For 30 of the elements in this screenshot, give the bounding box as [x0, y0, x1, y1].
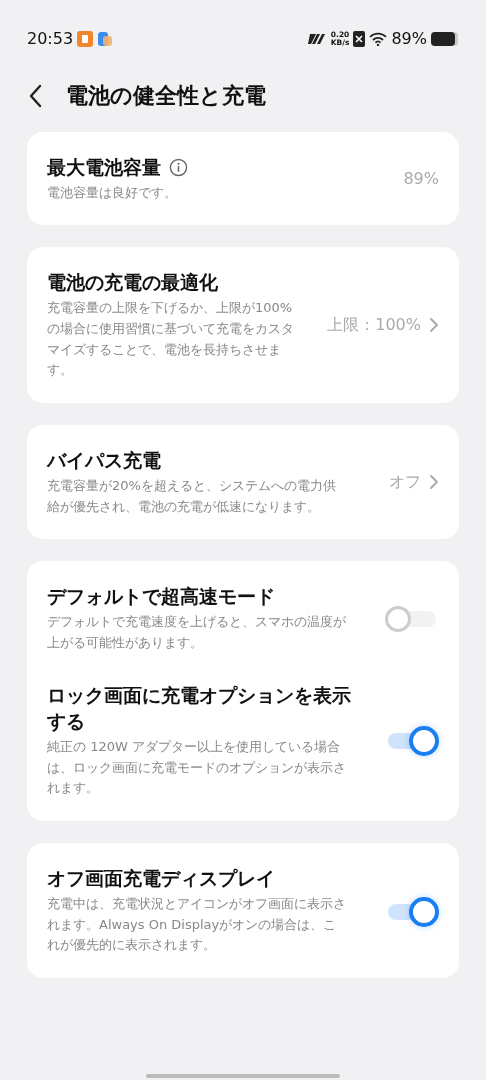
setting-description: 充電容量の上限を下げるか、上限が100% の場合に使用習慣に基づいて充電をカスタマイズすることで、電池を長持ちさせます。 [47, 299, 295, 380]
setting-title: 最大電池容量 [47, 155, 161, 180]
app-notification-icon [77, 31, 94, 47]
chevron-right-icon[interactable] [429, 317, 439, 334]
app-notification-icon [97, 31, 114, 47]
setting-description: 充電中は、充電状況とアイコンがオフ画面に表示されます。Always On Displayがオンの場合は、これが優先的に表示されます。 [47, 894, 347, 955]
setting-title: バイパス充電 [47, 448, 161, 474]
setting-value: 89% [403, 167, 439, 190]
sim-off-icon [353, 31, 366, 47]
setting-value: 上限：100% [327, 314, 421, 337]
back-icon[interactable] [28, 84, 42, 108]
setting-description: デフォルトで充電速度を上げると、スマホの温度が上がる可能性があります。 [47, 612, 347, 652]
setting-value: オフ [389, 471, 421, 494]
signal-icon [306, 33, 327, 45]
info-icon[interactable] [169, 157, 188, 177]
setting-description: 充電容量が20%を超えると、システムへの電力供給が優先され、電池の充電が低速になります。 [47, 476, 337, 516]
chevron-right-icon[interactable] [429, 474, 439, 491]
battery-percentage: 89% [391, 28, 427, 50]
battery-icon [431, 31, 459, 47]
setting-title: 電池の充電の最適化 [47, 270, 218, 296]
setting-title: ロック画面に充電オプションを表示する [47, 682, 352, 735]
setting-description: 電池容量は良好です。 [47, 183, 178, 202]
setting-title: デフォルトで超高速モード [47, 584, 275, 610]
setting-title: オフ画面充電ディスプレイ [47, 866, 275, 892]
page-title: 電池の健全性と充電 [66, 82, 266, 110]
status-time: 20:53 [27, 28, 74, 50]
wifi-icon [369, 32, 388, 46]
toggle-switch[interactable] [385, 895, 439, 926]
toggle-switch[interactable] [385, 725, 439, 756]
setting-description: 純正の 120W アダプター以上を使用している場合は、ロック画面に充電モードのオプションが表示されます。 [47, 737, 347, 798]
